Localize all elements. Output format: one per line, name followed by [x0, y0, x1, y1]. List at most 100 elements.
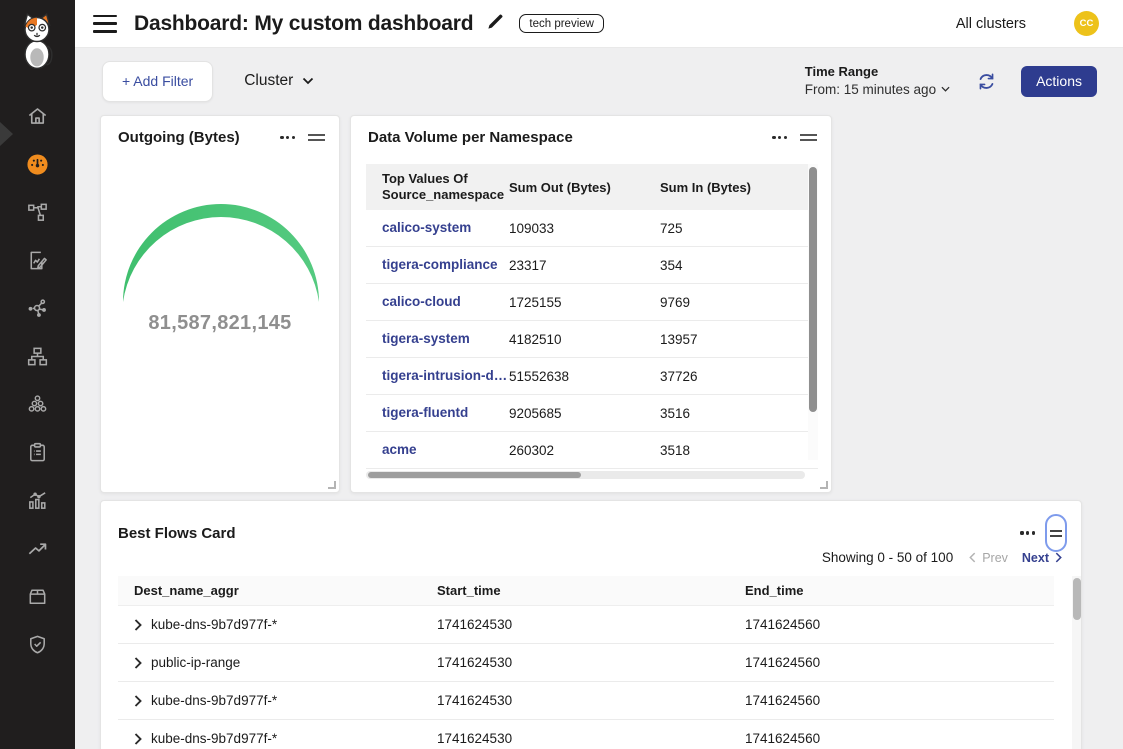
column-header: End_time — [745, 583, 1054, 598]
table-row: tigera-intrusion-d… 51552638 37726 — [366, 358, 818, 395]
sitemap-icon — [26, 345, 49, 368]
page-title: Dashboard: My custom dashboard — [134, 12, 473, 36]
bubble-cluster-icon — [26, 393, 49, 416]
namespace-link[interactable]: calico-system — [366, 220, 509, 237]
sidebar-item-compliance[interactable] — [0, 428, 75, 476]
card-drag-handle[interactable] — [800, 131, 817, 145]
calico-cat-logo-icon — [14, 10, 60, 72]
start-time: 1741624530 — [437, 655, 745, 670]
column-header: Dest_name_aggr — [118, 583, 437, 598]
bar-chart-icon — [26, 489, 49, 512]
expand-row-button[interactable] — [134, 695, 142, 707]
column-header: Top Values Of Source_namespace — [366, 171, 509, 204]
chevron-right-icon — [1055, 552, 1062, 563]
actions-button[interactable]: Actions — [1021, 66, 1097, 97]
sum-out-value: 260302 — [509, 443, 660, 458]
node-graph-icon — [26, 201, 49, 224]
namespace-link[interactable]: tigera-compliance — [366, 257, 509, 274]
sidebar-item-flow-visualizations[interactable] — [0, 284, 75, 332]
best-flows-card-title: Best Flows Card — [118, 525, 236, 542]
user-avatar[interactable]: CC — [1074, 11, 1099, 36]
chevron-right-icon — [134, 657, 142, 669]
sum-in-value: 37726 — [660, 369, 818, 384]
horizontal-scrollbar[interactable] — [366, 471, 805, 479]
expand-row-button[interactable] — [134, 619, 142, 631]
chevron-right-icon — [134, 733, 142, 745]
hamburger-menu-icon[interactable] — [93, 15, 117, 33]
card-resize-handle[interactable] — [328, 481, 336, 489]
sum-out-value: 51552638 — [509, 369, 660, 384]
namespace-link[interactable]: tigera-intrusion-d… — [366, 368, 509, 385]
sum-out-value: 23317 — [509, 258, 660, 273]
table-row: tigera-compliance 23317 354 — [366, 247, 818, 284]
namespace-link[interactable]: calico-cloud — [366, 294, 509, 311]
namespace-link[interactable]: acme — [366, 442, 509, 459]
outgoing-bytes-card: Outgoing (Bytes) 81,587,821,145 — [100, 115, 340, 493]
card-drag-handle[interactable] — [308, 131, 325, 145]
next-page-button[interactable]: Next — [1022, 551, 1062, 565]
home-icon — [26, 105, 49, 128]
expand-row-button[interactable] — [134, 657, 142, 669]
edit-title-button[interactable] — [486, 12, 505, 36]
sidebar-item-home[interactable] — [0, 92, 75, 140]
start-time: 1741624530 — [437, 617, 745, 632]
card-menu-button[interactable] — [1020, 527, 1035, 538]
card-menu-button[interactable] — [772, 132, 787, 143]
top-bar: Dashboard: My custom dashboard tech prev… — [75, 0, 1123, 48]
data-volume-card: Data Volume per Namespace Top Values Of … — [350, 115, 832, 493]
start-time: 1741624530 — [437, 693, 745, 708]
app-root: Dashboard: My custom dashboard tech prev… — [0, 0, 1123, 749]
sidebar-item-dashboards-active[interactable] — [0, 140, 75, 188]
sidebar-item-security[interactable] — [0, 620, 75, 668]
add-filter-button[interactable]: + Add Filter — [102, 61, 213, 102]
dest-name: kube-dns-9b7d977f-* — [151, 617, 277, 632]
sidebar-item-topology[interactable] — [0, 332, 75, 380]
sidebar-item-clusters[interactable] — [0, 380, 75, 428]
table-row: kube-dns-9b7d977f-* 1741624530 174162456… — [118, 606, 1054, 644]
sum-in-value: 9769 — [660, 295, 818, 310]
time-range-label: Time Range — [805, 64, 950, 81]
sum-out-value: 9205685 — [509, 406, 660, 421]
card-drag-handle-focused[interactable] — [1045, 514, 1067, 552]
dest-name: kube-dns-9b7d977f-* — [151, 693, 277, 708]
table-row: tigera-system 4182510 13957 — [366, 321, 818, 358]
sidebar-item-trends[interactable] — [0, 524, 75, 572]
end-time: 1741624560 — [745, 617, 1054, 632]
document-edit-icon — [26, 249, 49, 272]
namespace-link[interactable]: tigera-fluentd — [366, 405, 509, 422]
start-time: 1741624530 — [437, 731, 745, 746]
cluster-filter-dropdown[interactable]: Cluster — [244, 72, 314, 90]
namespace-link[interactable]: tigera-system — [366, 331, 509, 348]
vertical-scrollbar[interactable] — [808, 164, 818, 460]
expand-row-button[interactable] — [134, 733, 142, 745]
cluster-selector[interactable]: All clusters — [956, 16, 1026, 32]
sidebar-item-reports[interactable] — [0, 236, 75, 284]
scrollbar-thumb[interactable] — [1073, 578, 1081, 620]
calico-cat-logo[interactable] — [14, 10, 60, 72]
outgoing-bytes-value: 81,587,821,145 — [101, 312, 339, 335]
vertical-scrollbar[interactable] — [1072, 576, 1081, 749]
prev-page-button[interactable]: Prev — [969, 551, 1008, 565]
table-row: public-ip-range 1741624530 1741624560 — [118, 644, 1054, 682]
sidebar-item-service-graph[interactable] — [0, 188, 75, 236]
sum-in-value: 13957 — [660, 332, 818, 347]
scrollbar-thumb[interactable] — [368, 472, 581, 478]
refresh-button[interactable] — [976, 71, 997, 92]
scrollbar-thumb[interactable] — [809, 167, 817, 412]
best-flows-table: Dest_name_aggr Start_time End_time kube-… — [118, 576, 1054, 749]
sidebar — [0, 0, 75, 749]
outgoing-card-title: Outgoing (Bytes) — [118, 129, 240, 146]
time-range-value-dropdown[interactable]: From: 15 minutes ago — [805, 81, 950, 99]
sum-in-value: 3516 — [660, 406, 818, 421]
namespace-table: Top Values Of Source_namespace Sum Out (… — [366, 164, 818, 481]
end-time: 1741624560 — [745, 731, 1054, 746]
namespace-table-header: Top Values Of Source_namespace Sum Out (… — [366, 164, 818, 210]
sidebar-item-workloads[interactable] — [0, 572, 75, 620]
sum-in-value: 354 — [660, 258, 818, 273]
sidebar-item-statistics[interactable] — [0, 476, 75, 524]
card-resize-handle[interactable] — [820, 481, 828, 489]
card-menu-button[interactable] — [280, 132, 295, 143]
pencil-icon — [486, 12, 505, 31]
pagination: Showing 0 - 50 of 100 Prev Next — [822, 550, 1062, 565]
chevron-left-icon — [969, 552, 976, 563]
